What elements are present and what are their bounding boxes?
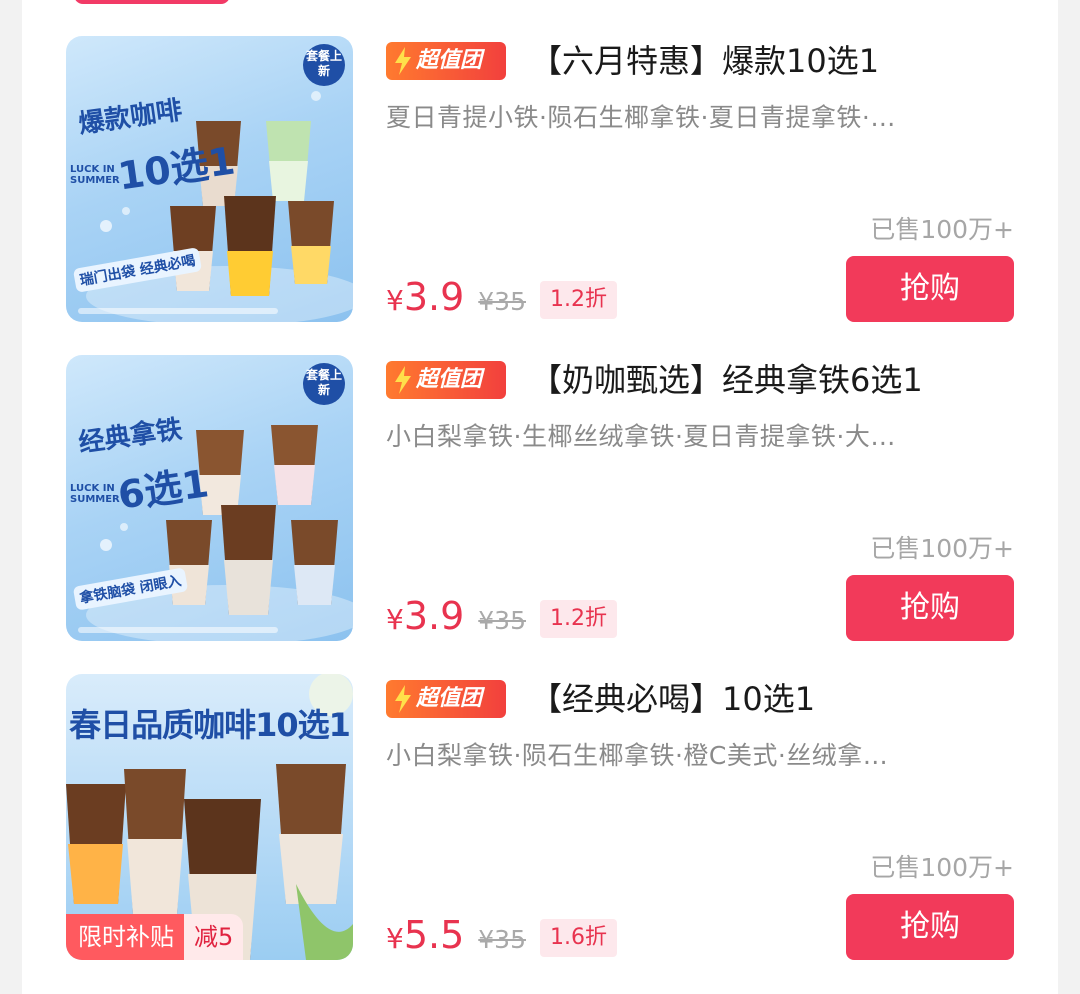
tag-label: 超值团 bbox=[416, 367, 483, 392]
product-card[interactable]: 春日品质咖啡10选1 限时补贴 减5 超值团 【经典必喝】10选1 小白梨拿铁·… bbox=[22, 638, 1058, 960]
subsidy-value: 减5 bbox=[184, 914, 244, 960]
lightning-icon bbox=[395, 685, 411, 713]
product-description: 小白梨拿铁·生椰丝绒拿铁·夏日青提拿铁·大… bbox=[386, 422, 896, 451]
discount-badge: 1.2折 bbox=[539, 600, 617, 638]
discount-badge: 1.2折 bbox=[539, 281, 617, 319]
sold-count: 已售100万+ bbox=[870, 853, 1014, 882]
original-price: ¥35 bbox=[478, 606, 526, 635]
image-headline: 春日品质咖啡10选1 bbox=[69, 706, 351, 744]
product-title[interactable]: 【奶咖甄选】经典拿铁6选1 bbox=[530, 357, 923, 403]
image-tagline: LUCK IN SUMMER bbox=[70, 164, 120, 186]
currency-symbol: ¥ bbox=[386, 603, 404, 636]
buy-button[interactable]: 抢购 bbox=[846, 256, 1014, 322]
lightning-icon bbox=[395, 366, 411, 394]
price-value: 3.9 bbox=[403, 594, 465, 638]
lightning-icon bbox=[395, 47, 411, 75]
original-price: ¥35 bbox=[478, 287, 526, 316]
image-tagline: LUCK IN SUMMER bbox=[70, 483, 120, 505]
product-description: 夏日青提小铁·陨石生椰拿铁·夏日青提拿铁·… bbox=[386, 103, 896, 132]
value-group-tag: 超值团 bbox=[386, 42, 506, 80]
new-combo-badge: 套餐上新 bbox=[303, 363, 345, 405]
image-footnote bbox=[78, 308, 278, 314]
sold-count: 已售100万+ bbox=[870, 215, 1014, 244]
product-card[interactable]: 经典拿铁 6选1 LUCK IN SUMMER 套餐上新 拿铁脑袋 闭眼入 超值… bbox=[22, 319, 1058, 641]
product-title[interactable]: 【经典必喝】10选1 bbox=[530, 676, 815, 722]
value-group-tag: 超值团 bbox=[386, 680, 506, 718]
limited-subsidy-badge: 限时补贴 减5 bbox=[66, 914, 244, 960]
price-value: 3.9 bbox=[403, 275, 465, 319]
tag-label: 超值团 bbox=[416, 686, 483, 711]
product-image[interactable]: 春日品质咖啡10选1 限时补贴 减5 bbox=[66, 674, 353, 960]
buy-button[interactable]: 抢购 bbox=[846, 575, 1014, 641]
image-footnote bbox=[78, 627, 278, 633]
product-description: 小白梨拿铁·陨石生椰拿铁·橙C美式·丝绒拿… bbox=[386, 741, 889, 770]
new-combo-badge: 套餐上新 bbox=[303, 44, 345, 86]
current-price: ¥3.9 bbox=[386, 272, 464, 326]
price-value: 5.5 bbox=[403, 913, 465, 957]
price-row: ¥3.9 ¥35 1.2折 bbox=[386, 272, 617, 322]
currency-symbol: ¥ bbox=[386, 284, 404, 317]
value-group-tag: 超值团 bbox=[386, 361, 506, 399]
current-price: ¥3.9 bbox=[386, 591, 464, 645]
original-price: ¥35 bbox=[478, 925, 526, 954]
currency-symbol: ¥ bbox=[386, 922, 404, 955]
discount-badge: 1.6折 bbox=[539, 919, 617, 957]
price-row: ¥3.9 ¥35 1.2折 bbox=[386, 591, 617, 641]
buy-button[interactable]: 抢购 bbox=[846, 894, 1014, 960]
tag-label: 超值团 bbox=[416, 48, 483, 73]
price-row: ¥5.5 ¥35 1.6折 bbox=[386, 910, 617, 960]
product-card[interactable]: 爆款咖啡 10选1 LUCK IN SUMMER 套餐上新 瑞门出袋 经典必喝 … bbox=[22, 0, 1058, 322]
product-title[interactable]: 【六月特惠】爆款10选1 bbox=[530, 38, 879, 84]
current-price: ¥5.5 bbox=[386, 910, 464, 964]
product-list: 爆款咖啡 10选1 LUCK IN SUMMER 套餐上新 瑞门出袋 经典必喝 … bbox=[22, 0, 1058, 994]
subsidy-label: 限时补贴 bbox=[66, 914, 184, 960]
sold-count: 已售100万+ bbox=[870, 534, 1014, 563]
product-image[interactable]: 爆款咖啡 10选1 LUCK IN SUMMER 套餐上新 瑞门出袋 经典必喝 bbox=[66, 36, 353, 322]
product-image[interactable]: 经典拿铁 6选1 LUCK IN SUMMER 套餐上新 拿铁脑袋 闭眼入 bbox=[66, 355, 353, 641]
